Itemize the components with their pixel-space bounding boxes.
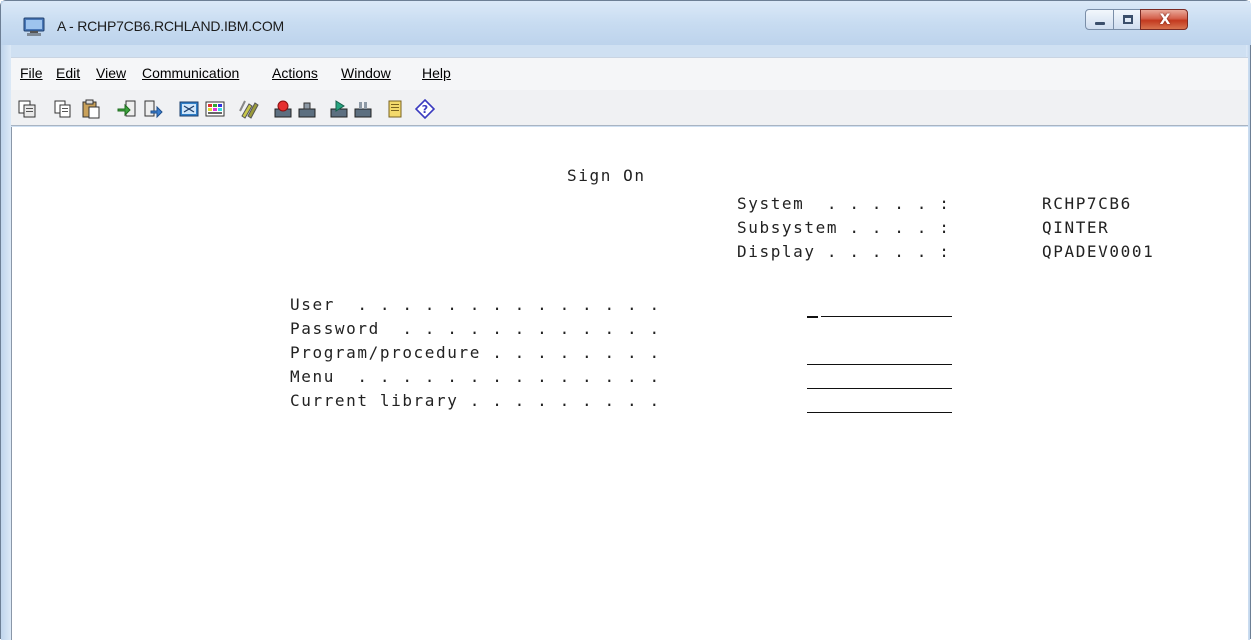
subsystem-label: Subsystem . . . . : [737,218,951,237]
stop-macro-icon[interactable] [297,99,317,119]
close-icon: X [1159,12,1171,28]
menu-field-underline [807,388,952,389]
terminal-icon [23,17,45,36]
menu-communication[interactable]: Communication [142,65,239,81]
title-bar[interactable]: A - RCHP7CB6.RCHLAND.IBM.COM X [1,1,1251,45]
color-map-icon[interactable] [205,99,225,119]
maximize-icon [1123,15,1133,24]
current-library-field[interactable] [807,393,952,415]
close-button[interactable]: X [1140,9,1188,30]
display-value: QPADEV0001 [1042,242,1155,261]
menu-actions[interactable]: Actions [272,65,318,81]
screen-heading: Sign On [567,166,646,185]
password-field[interactable] [807,321,952,343]
help-icon[interactable]: ? [415,99,435,119]
menu-help[interactable]: Help [422,65,451,81]
user-field[interactable] [807,297,952,319]
menu-view-label: View [96,65,127,81]
current-library-field-underline [807,412,952,413]
minimize-button[interactable] [1085,9,1114,30]
menu-actions-label: Actions [272,65,318,81]
receive-icon[interactable] [143,99,163,119]
toolbar: ? [11,90,1248,126]
user-label: User . . . . . . . . . . . . . . [290,295,661,314]
minimize-icon [1095,22,1105,25]
emulator-window: A - RCHP7CB6.RCHLAND.IBM.COM X File Edit… [0,0,1251,640]
program-procedure-field-underline [807,364,952,365]
terminal-screen[interactable]: Sign On System . . . . . : RCHP7CB6 Subs… [11,127,1248,640]
menu-window-label: Window [341,65,391,81]
password-label: Password . . . . . . . . . . . . [290,319,661,338]
pause-macro-icon[interactable] [353,99,373,119]
subsystem-value: QINTER [1042,218,1110,237]
program-procedure-field[interactable] [807,345,952,367]
copy-append-icon[interactable] [53,99,73,119]
menu-bar: File Edit View Communication Actions Win… [11,57,1248,90]
menu-communication-label: Communication [142,65,240,81]
program-procedure-label: Program/procedure . . . . . . . . [290,343,661,362]
svg-text:?: ? [422,103,428,116]
menu-edit-label: Edit [56,65,81,81]
menu-label: Menu . . . . . . . . . . . . . . [290,367,661,386]
display-label: Display . . . . . : [737,242,951,261]
current-library-label: Current library . . . . . . . . . [290,391,661,410]
display-icon[interactable] [179,99,199,119]
copy-icon[interactable] [17,99,37,119]
user-field-underline [821,316,952,317]
menu-view[interactable]: View [96,65,126,81]
paste-icon[interactable] [81,99,101,119]
window-frame-left [1,1,11,640]
send-icon[interactable] [117,99,137,119]
play-macro-icon[interactable] [329,99,349,119]
menu-help-label: Help [422,65,451,81]
maximize-button[interactable] [1113,9,1141,30]
window-title: A - RCHP7CB6.RCHLAND.IBM.COM [57,18,284,34]
menu-file-label: File [20,65,43,81]
record-macro-icon[interactable] [273,99,293,119]
menu-file[interactable]: File [20,65,43,81]
menu-edit[interactable]: Edit [56,65,80,81]
system-label: System . . . . . : [737,194,951,213]
menu-field[interactable] [807,369,952,391]
system-value: RCHP7CB6 [1042,194,1132,213]
text-cursor [807,316,818,318]
notes-icon[interactable] [385,99,405,119]
menu-window[interactable]: Window [341,65,391,81]
keyboard-map-icon[interactable] [239,99,259,119]
